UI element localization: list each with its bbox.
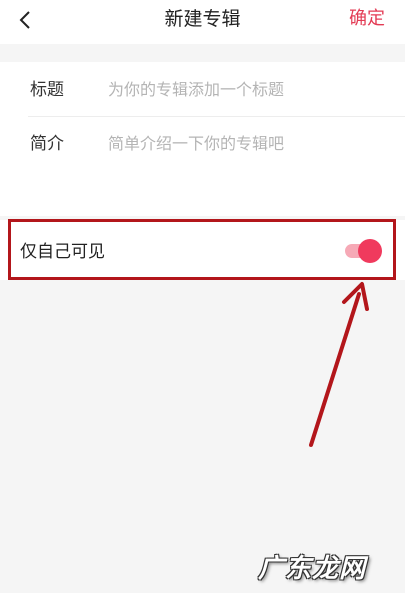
toggle-knob [358,239,382,263]
watermark: 广东龙网 [258,554,367,584]
intro-row: 简介 [0,116,405,170]
title-label: 标题 [30,80,64,100]
intro-label: 简介 [30,134,64,154]
section-gap [0,44,405,62]
privacy-label: 仅自己可见 [20,242,105,262]
confirm-button[interactable]: 确定 [349,6,385,32]
page-title: 新建专辑 [164,8,241,30]
empty-area [0,280,405,593]
privacy-row: 仅自己可见 [0,220,405,280]
album-form: 标题 简介 [0,62,405,216]
title-input[interactable] [108,75,388,103]
intro-input[interactable] [108,129,388,157]
title-row: 标题 [0,62,405,117]
privacy-toggle[interactable] [345,239,382,263]
nav-bar: 新建专辑 确定 [0,0,405,44]
